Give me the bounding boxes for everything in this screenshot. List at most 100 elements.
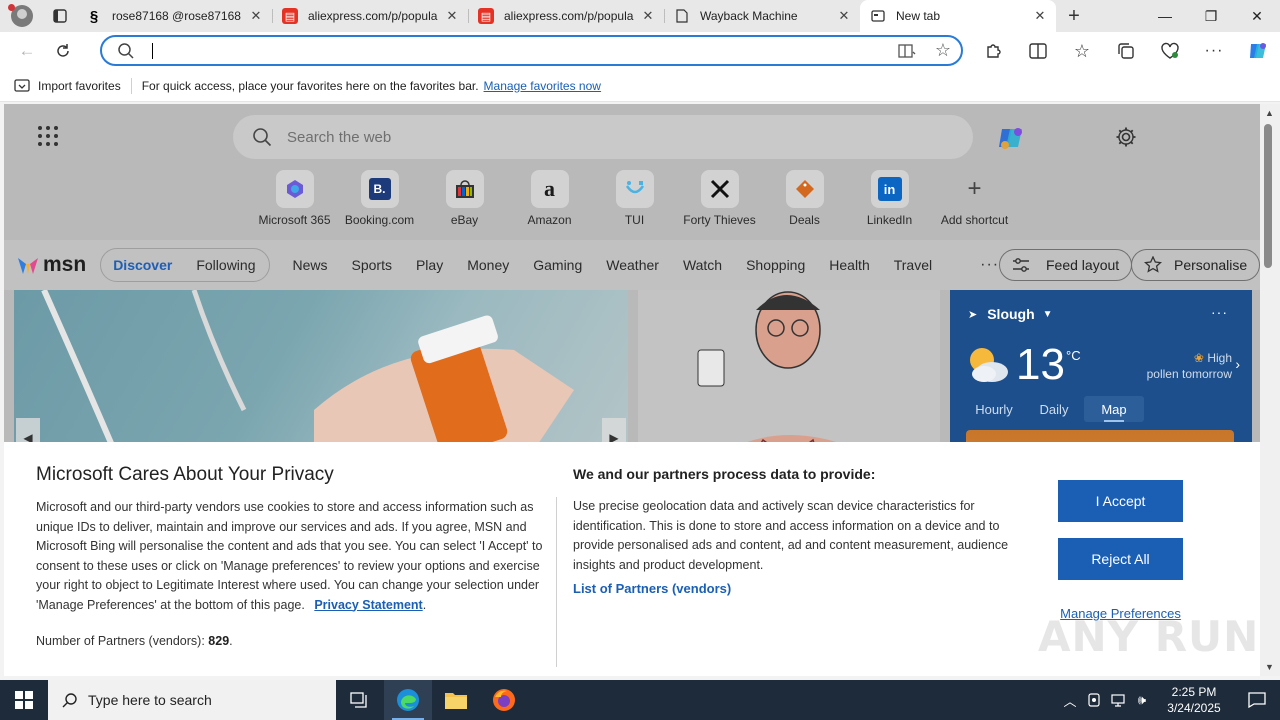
tab-aliexpress-1[interactable]: ▤ aliexpress.com/p/popula ✕ [272, 0, 468, 32]
nav-weather[interactable]: Weather [594, 257, 671, 273]
tab-threads[interactable]: § rose87168 @rose87168 - ✕ [76, 0, 272, 32]
close-window-button[interactable]: ✕ [1234, 0, 1280, 32]
tab-actions-button[interactable] [44, 0, 76, 32]
chevron-up-icon[interactable]: ︿ [1058, 691, 1082, 710]
shortcut-ebay[interactable]: eBay [422, 170, 507, 227]
import-favorites-button[interactable]: Import favorites [14, 79, 121, 93]
new-tab-button[interactable]: + [1056, 0, 1092, 32]
minimize-button[interactable]: — [1142, 0, 1188, 32]
pollen-forecast[interactable]: ❀ High pollen tomorrow [1147, 350, 1232, 382]
close-icon[interactable]: ✕ [248, 8, 264, 24]
folder-icon [445, 693, 467, 709]
copilot-icon[interactable] [996, 123, 1026, 153]
restore-button[interactable]: ❐ [1188, 0, 1234, 32]
copilot-button[interactable] [1236, 35, 1280, 67]
nav-health[interactable]: Health [817, 257, 881, 273]
close-icon[interactable]: ✕ [1032, 8, 1048, 24]
sliders-icon [1013, 258, 1029, 272]
settings-more-button[interactable]: ··· [1192, 35, 1236, 67]
tab-discover[interactable]: Discover [113, 257, 184, 273]
back-button[interactable]: ← [9, 35, 45, 67]
tab-aliexpress-2[interactable]: ▤ aliexpress.com/p/popula ✕ [468, 0, 664, 32]
web-search-box[interactable]: Search the web [233, 115, 973, 159]
favorites-button[interactable]: ☆ [1060, 35, 1104, 67]
taskbar-firefox[interactable] [480, 680, 528, 720]
weather-tab-map[interactable]: Map [1084, 396, 1144, 422]
gear-icon[interactable] [1115, 126, 1137, 148]
device-icon[interactable] [1082, 693, 1106, 707]
shortcut-tui[interactable]: TUI [592, 170, 677, 227]
favorite-star-button[interactable]: ☆ [925, 40, 961, 61]
nav-news[interactable]: News [280, 257, 339, 273]
scrollbar-thumb[interactable] [1264, 124, 1272, 268]
shortcut-amazon[interactable]: a Amazon [507, 170, 592, 227]
import-icon [14, 78, 30, 92]
close-icon[interactable]: ✕ [836, 8, 852, 24]
taskbar-clock[interactable]: 2:25 PM 3/24/2025 [1154, 684, 1234, 716]
shortcut-forty-thieves[interactable]: Forty Thieves [677, 170, 762, 227]
notifications-button[interactable] [1234, 692, 1280, 708]
tab-wayback[interactable]: Wayback Machine ✕ [664, 0, 860, 32]
favorites-bar: Import favorites For quick access, place… [0, 70, 1280, 102]
toolbar-right: ☆ ··· [972, 32, 1280, 70]
taskbar-search-box[interactable]: Type here to search [48, 680, 336, 720]
extensions-button[interactable] [972, 35, 1016, 67]
scroll-up-arrow-icon[interactable]: ▲ [1265, 108, 1274, 118]
page-scrollbar[interactable]: ▲ ▼ [1260, 104, 1280, 676]
split-screen-button[interactable] [1016, 35, 1060, 67]
nav-watch[interactable]: Watch [671, 257, 734, 273]
nav-money[interactable]: Money [455, 257, 521, 273]
tab-following[interactable]: Following [184, 257, 257, 273]
nav-sports[interactable]: Sports [340, 257, 404, 273]
chevron-right-icon[interactable]: › [1235, 356, 1240, 372]
close-icon[interactable]: ✕ [640, 8, 656, 24]
shortcut-deals[interactable]: Deals [762, 170, 847, 227]
nav-shopping[interactable]: Shopping [734, 257, 817, 273]
add-shortcut-button[interactable]: + Add shortcut [932, 170, 1017, 227]
address-bar[interactable]: ☆ [100, 35, 963, 66]
profile-button[interactable] [0, 0, 44, 32]
deals-icon [785, 170, 824, 208]
amazon-icon: a [530, 170, 569, 208]
shortcut-linkedin[interactable]: in LinkedIn [847, 170, 932, 227]
scroll-down-arrow-icon[interactable]: ▼ [1265, 662, 1274, 672]
nav-travel[interactable]: Travel [882, 257, 944, 273]
immersive-reader-button[interactable] [889, 43, 925, 59]
start-button[interactable] [0, 680, 48, 720]
nav-play[interactable]: Play [404, 257, 455, 273]
nav-more-button[interactable]: ··· [980, 256, 999, 274]
weather-tab-daily[interactable]: Daily [1024, 396, 1084, 422]
personalise-button[interactable]: Personalise [1131, 249, 1260, 281]
heartbeat-icon [1161, 42, 1179, 59]
shortcut-microsoft-365[interactable]: Microsoft 365 [252, 170, 337, 227]
privacy-statement-link[interactable]: Privacy Statement [314, 598, 422, 612]
task-view-button[interactable] [336, 680, 384, 720]
network-icon[interactable] [1106, 693, 1130, 707]
partly-cloudy-icon [970, 348, 1008, 382]
volume-icon[interactable]: 🕪 [1130, 692, 1154, 708]
manage-favorites-link[interactable]: Manage favorites now [484, 79, 601, 93]
reject-all-button[interactable]: Reject All [1058, 538, 1183, 580]
address-input[interactable] [155, 42, 889, 59]
weather-more-button[interactable]: ··· [1211, 304, 1228, 320]
close-icon[interactable]: ✕ [444, 8, 460, 24]
weather-location[interactable]: ➤ Slough ▼ [968, 306, 1053, 322]
accept-button[interactable]: I Accept [1058, 480, 1183, 522]
app-launcher-icon[interactable] [38, 126, 58, 146]
nav-gaming[interactable]: Gaming [521, 257, 594, 273]
collections-button[interactable] [1104, 35, 1148, 67]
weather-tabs: Hourly Daily Map [964, 396, 1144, 422]
weather-tab-hourly[interactable]: Hourly [964, 396, 1024, 422]
import-favorites-label: Import favorites [38, 78, 121, 93]
partners-count-line: Number of Partners (vendors): 829. [36, 634, 233, 648]
threads-icon: § [89, 7, 99, 25]
taskbar-file-explorer[interactable] [432, 680, 480, 720]
partners-list-link[interactable]: List of Partners (vendors) [573, 581, 731, 596]
msn-logo[interactable]: msn [16, 253, 86, 277]
tab-new-tab[interactable]: New tab ✕ [860, 0, 1056, 32]
taskbar-edge[interactable] [384, 680, 432, 720]
refresh-button[interactable] [45, 35, 81, 67]
shortcut-booking[interactable]: B. Booking.com [337, 170, 422, 227]
feed-layout-button[interactable]: Feed layout [999, 249, 1133, 281]
browser-essentials-button[interactable] [1148, 35, 1192, 67]
